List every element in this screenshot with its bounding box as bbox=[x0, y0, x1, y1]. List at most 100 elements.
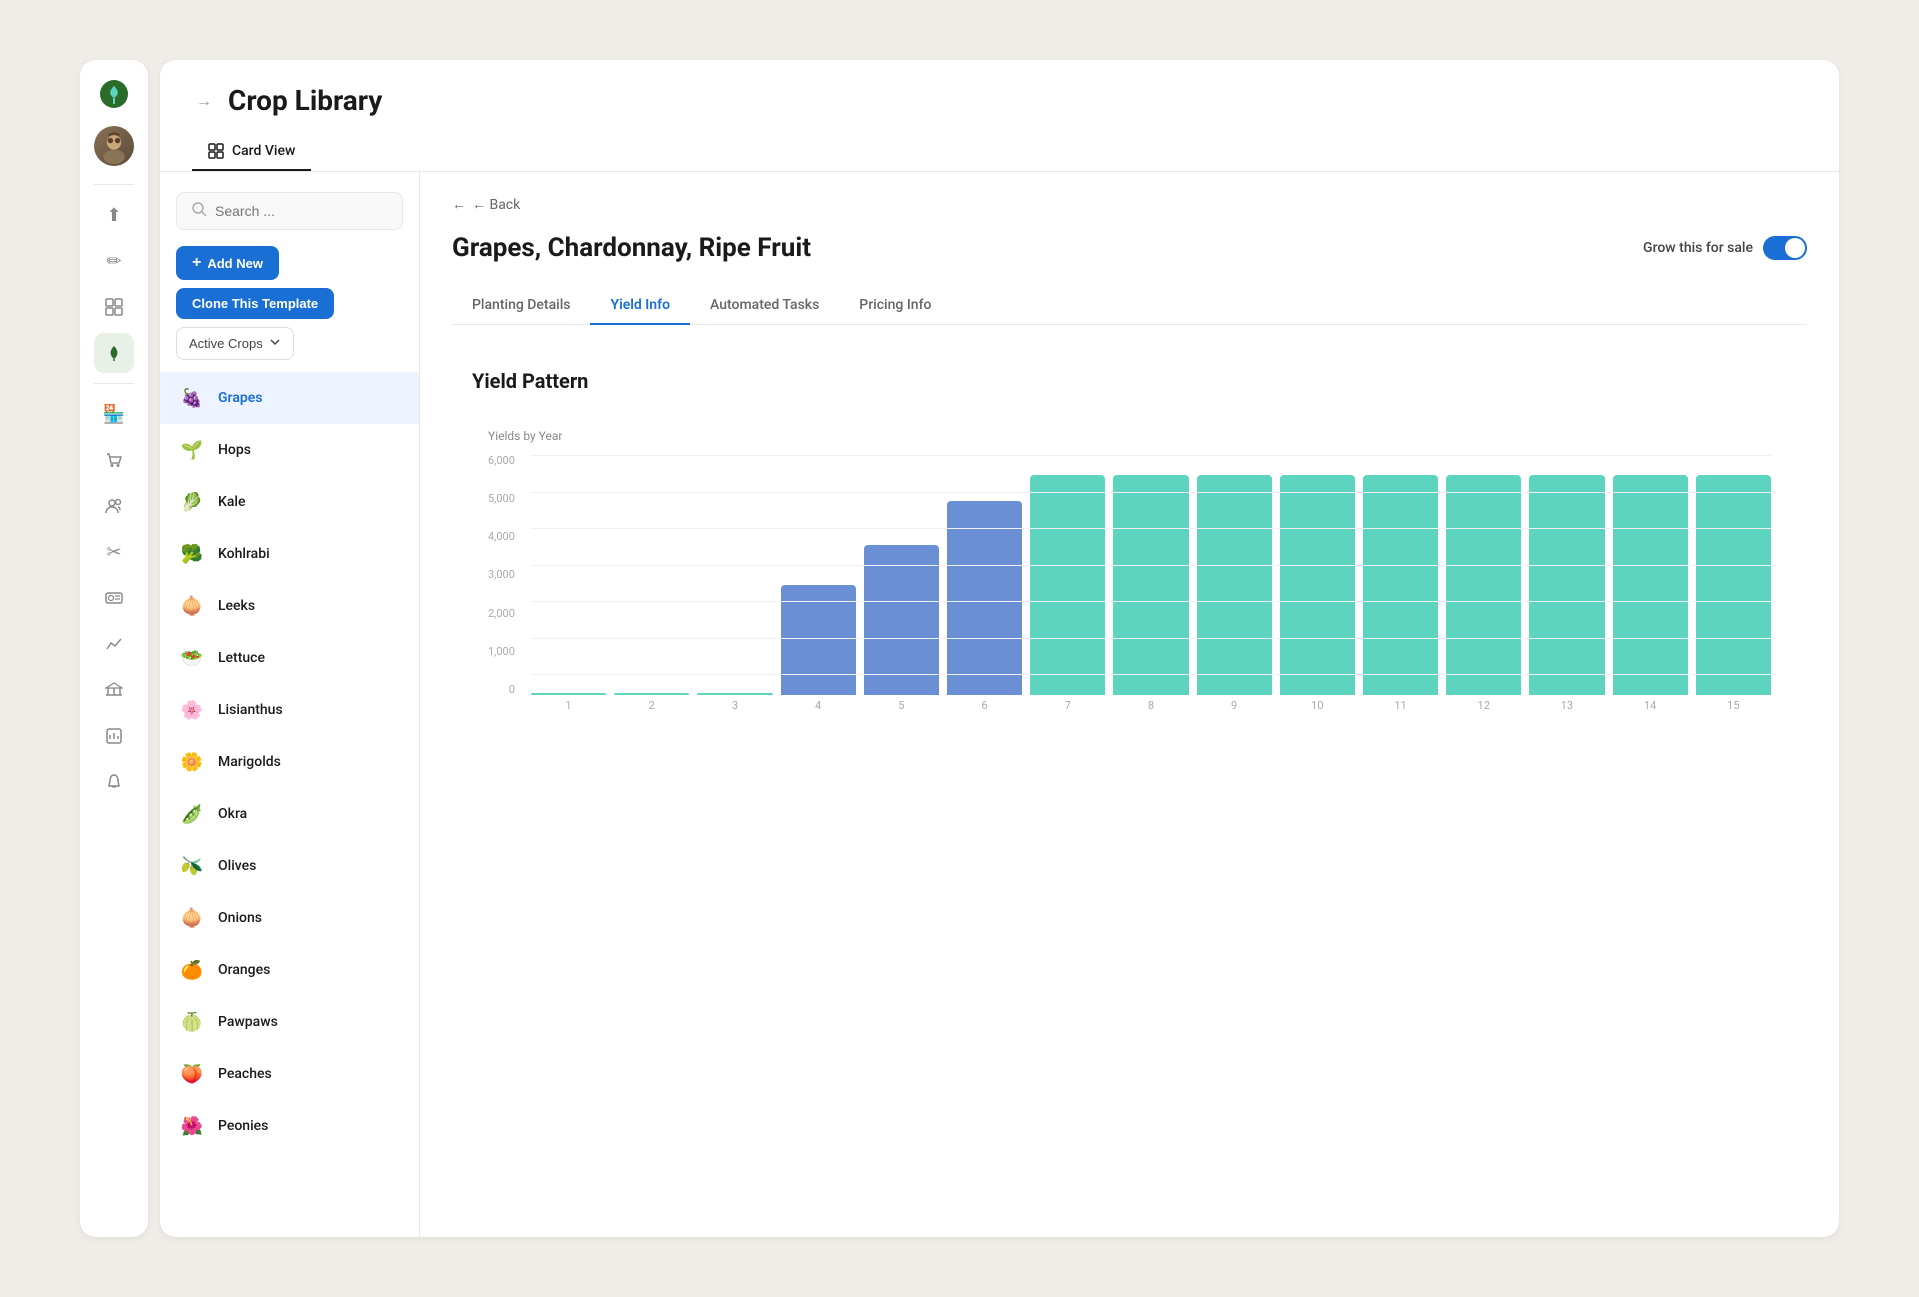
bar-column bbox=[781, 585, 856, 695]
search-icon bbox=[191, 201, 207, 221]
crop-list-item[interactable]: 🥦 Kohlrabi bbox=[160, 528, 419, 580]
y-axis-label: 2,000 bbox=[488, 608, 515, 619]
collapse-sidebar-icon[interactable]: → bbox=[192, 87, 216, 115]
crop-list-item[interactable]: 🌺 Peonies bbox=[160, 1100, 419, 1152]
bell-icon[interactable] bbox=[94, 762, 134, 802]
x-axis-label: 5 bbox=[864, 699, 939, 712]
detail-tab-yield-info[interactable]: Yield Info bbox=[590, 287, 690, 325]
crop-detail-title: Grapes, Chardonnay, Ripe Fruit bbox=[452, 233, 811, 263]
crop-icon: 🧅 bbox=[176, 902, 208, 934]
reports-icon[interactable] bbox=[94, 716, 134, 756]
x-axis-label: 11 bbox=[1363, 699, 1438, 712]
clone-template-label: Clone This Template bbox=[192, 296, 318, 311]
people-icon[interactable] bbox=[94, 486, 134, 526]
store-icon[interactable]: 🏪 bbox=[94, 394, 134, 434]
crop-icon: 🍑 bbox=[176, 1058, 208, 1090]
crop-list-item[interactable]: 🫛 Okra bbox=[160, 788, 419, 840]
add-new-label: Add New bbox=[207, 256, 263, 271]
edit-icon[interactable]: ✏ bbox=[94, 241, 134, 281]
crop-item-name: Lettuce bbox=[218, 650, 265, 666]
id-card-icon[interactable] bbox=[94, 578, 134, 618]
crop-item-name: Pawpaws bbox=[218, 1014, 278, 1030]
bar-column bbox=[1363, 475, 1438, 695]
x-axis-label: 7 bbox=[1030, 699, 1105, 712]
crop-icon: 🌼 bbox=[176, 746, 208, 778]
plus-icon: + bbox=[192, 254, 201, 272]
scissors-icon[interactable]: ✂ bbox=[94, 532, 134, 572]
x-axis-label: 14 bbox=[1613, 699, 1688, 712]
user-avatar[interactable] bbox=[94, 126, 134, 166]
crop-icon: 🥗 bbox=[176, 642, 208, 674]
y-axis-label: 6,000 bbox=[488, 455, 515, 466]
chart-bar bbox=[1446, 475, 1521, 695]
chart-bars-area: 123456789101112131415 bbox=[531, 455, 1771, 715]
crop-list-item[interactable]: 🧅 Leeks bbox=[160, 580, 419, 632]
crop-item-name: Hops bbox=[218, 442, 251, 458]
tab-card-view[interactable]: Card View bbox=[192, 133, 311, 171]
chart-bar bbox=[947, 501, 1022, 695]
bar-column bbox=[531, 693, 606, 695]
detail-tabs: Planting DetailsYield InfoAutomated Task… bbox=[452, 287, 1807, 325]
back-button[interactable]: ← ← Back bbox=[452, 196, 1807, 213]
content-area: + Add New Clone This Template Active Cro… bbox=[160, 172, 1839, 1237]
x-axis-label: 13 bbox=[1529, 699, 1604, 712]
crop-list-item[interactable]: 🧅 Onions bbox=[160, 892, 419, 944]
leaf-nav-icon[interactable] bbox=[94, 333, 134, 373]
crop-list-toolbar: + Add New Clone This Template Active Cro… bbox=[160, 180, 419, 372]
crop-item-name: Kohlrabi bbox=[218, 546, 270, 562]
bar-column bbox=[1197, 475, 1272, 695]
chevron-down-icon bbox=[269, 336, 281, 351]
crop-list-item[interactable]: 🌼 Marigolds bbox=[160, 736, 419, 788]
crop-item-name: Peonies bbox=[218, 1118, 268, 1134]
x-axis-label: 2 bbox=[614, 699, 689, 712]
clone-template-button[interactable]: Clone This Template bbox=[176, 288, 334, 319]
detail-tab-automated-tasks[interactable]: Automated Tasks bbox=[690, 287, 839, 325]
crop-list-panel: + Add New Clone This Template Active Cro… bbox=[160, 172, 420, 1237]
crop-list-item[interactable]: 🥗 Lettuce bbox=[160, 632, 419, 684]
active-crops-filter[interactable]: Active Crops bbox=[176, 327, 294, 360]
crop-list-item[interactable]: 🫒 Olives bbox=[160, 840, 419, 892]
crop-list-item[interactable]: 🍇 Grapes bbox=[160, 372, 419, 424]
grid-icon[interactable] bbox=[94, 287, 134, 327]
crop-list-item[interactable]: 🌱 Hops bbox=[160, 424, 419, 476]
detail-tab-pricing-info[interactable]: Pricing Info bbox=[839, 287, 951, 325]
chart-line-icon[interactable] bbox=[94, 624, 134, 664]
bar-column bbox=[697, 693, 772, 695]
cart-icon[interactable] bbox=[94, 440, 134, 480]
crop-item-name: Oranges bbox=[218, 962, 270, 978]
search-container bbox=[176, 192, 403, 230]
x-axis-label: 9 bbox=[1197, 699, 1272, 712]
upload-icon[interactable]: ⬆ bbox=[94, 195, 134, 235]
crop-icon: 🌺 bbox=[176, 1110, 208, 1142]
detail-tab-planting-details[interactable]: Planting Details bbox=[452, 287, 590, 325]
crop-icon: 🧅 bbox=[176, 590, 208, 622]
crop-icon: 🫒 bbox=[176, 850, 208, 882]
crop-list-item[interactable]: 🌸 Lisianthus bbox=[160, 684, 419, 736]
grow-for-sale-toggle[interactable] bbox=[1763, 236, 1807, 260]
chart-bar bbox=[531, 693, 606, 695]
chart-bar bbox=[697, 693, 772, 695]
crop-item-name: Grapes bbox=[218, 390, 262, 406]
bank-icon[interactable] bbox=[94, 670, 134, 710]
crop-list-item[interactable]: 🍑 Peaches bbox=[160, 1048, 419, 1100]
yield-pattern-section: Yield Pattern Yields by Year 6,0005,0004… bbox=[452, 349, 1807, 751]
x-axis-label: 15 bbox=[1696, 699, 1771, 712]
chart-bar bbox=[1113, 475, 1188, 695]
x-axis-label: 6 bbox=[947, 699, 1022, 712]
chart-bar bbox=[1529, 475, 1604, 695]
back-icon: ← bbox=[452, 196, 466, 213]
crop-list-item[interactable]: 🍈 Pawpaws bbox=[160, 996, 419, 1048]
bar-column bbox=[1446, 475, 1521, 695]
crop-list-item[interactable]: 🍊 Oranges bbox=[160, 944, 419, 996]
crop-icon: 🍊 bbox=[176, 954, 208, 986]
search-input[interactable] bbox=[215, 203, 388, 219]
bar-column bbox=[1280, 475, 1355, 695]
add-new-button[interactable]: + Add New bbox=[176, 246, 279, 280]
x-axis-label: 8 bbox=[1113, 699, 1188, 712]
crop-list-item[interactable]: 🥬 Kale bbox=[160, 476, 419, 528]
crop-icon: 🥦 bbox=[176, 538, 208, 570]
chart-bar bbox=[1280, 475, 1355, 695]
bar-column bbox=[1113, 475, 1188, 695]
y-axis-label: 5,000 bbox=[488, 493, 515, 504]
crop-icon: 🍇 bbox=[176, 382, 208, 414]
